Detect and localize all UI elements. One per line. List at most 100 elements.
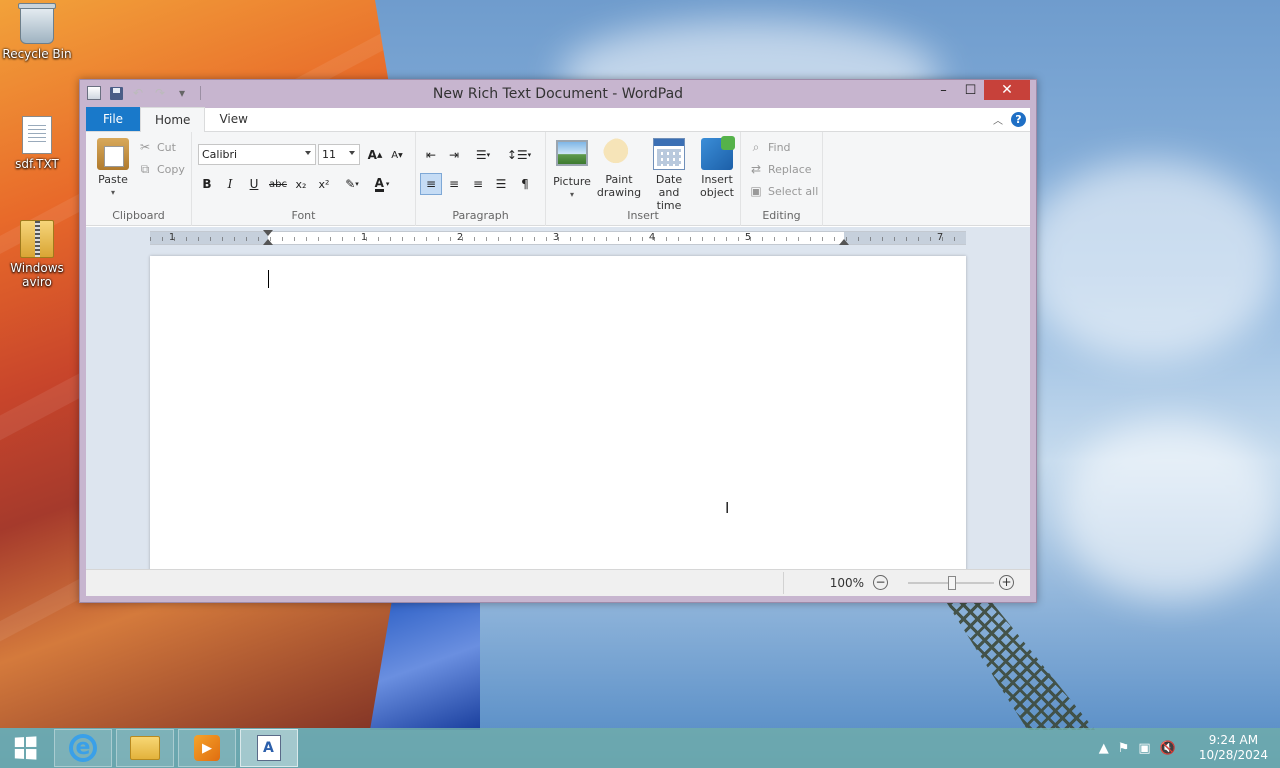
shrink-font-button[interactable]: A ▼ bbox=[386, 144, 408, 166]
tab-home[interactable]: Home bbox=[140, 107, 206, 132]
desktop-icon-sdf-txt[interactable]: sdf.TXT bbox=[0, 116, 74, 171]
replace-icon: ⇄ bbox=[750, 162, 762, 176]
justify-icon[interactable]: ☰ bbox=[490, 173, 512, 195]
ribbon: Paste ▾ ✂ Cut ⧉ Copy Clipboard Calibri 1… bbox=[86, 132, 1030, 226]
status-bar: 100% − + bbox=[86, 569, 1030, 596]
select-all-icon: ▣ bbox=[750, 184, 762, 198]
paste-button[interactable]: Paste ▾ bbox=[92, 138, 134, 199]
group-insert: Picture ▾ Paint drawing Date and time In… bbox=[546, 132, 741, 226]
object-label-line2: object bbox=[700, 186, 734, 199]
paragraph-settings-icon[interactable]: ¶ bbox=[514, 173, 536, 195]
find-label: Find bbox=[768, 140, 791, 154]
highlighter-icon: ✎ bbox=[345, 177, 356, 191]
volume-muted-icon[interactable]: 🔇 bbox=[1160, 741, 1176, 756]
insert-object-button[interactable]: Insert object bbox=[696, 136, 738, 199]
folder-icon bbox=[130, 736, 160, 760]
tab-file[interactable]: File bbox=[86, 107, 140, 131]
taskbar-internet-explorer[interactable]: e bbox=[54, 729, 112, 767]
cloud bbox=[1020, 160, 1280, 360]
zoom-slider[interactable] bbox=[908, 576, 994, 590]
help-icon[interactable]: ? bbox=[1011, 112, 1026, 127]
find-button[interactable]: ⌕ Find bbox=[749, 140, 791, 154]
cut-button[interactable]: ✂ Cut bbox=[138, 140, 176, 154]
copy-button[interactable]: ⧉ Copy bbox=[138, 162, 185, 176]
ruler-number: 4 bbox=[648, 232, 656, 243]
ruler-number: 7 bbox=[936, 232, 944, 243]
decrease-indent-icon[interactable]: ⇤ bbox=[420, 144, 442, 166]
group-label: Insert bbox=[627, 209, 659, 222]
minimize-button[interactable]: – bbox=[930, 80, 957, 100]
ruler[interactable]: 1 1 2 3 4 5 7 bbox=[150, 230, 966, 245]
document-page[interactable]: I bbox=[150, 256, 966, 569]
group-font: Calibri 11 A ▲ A ▼ B I U abc x₂ x² ✎ ▾ A ▾ F… bbox=[192, 132, 416, 226]
desktop-icon-recycle-bin[interactable]: Recycle Bin bbox=[0, 3, 74, 61]
object-label-line1: Insert bbox=[701, 173, 733, 186]
right-indent-marker[interactable] bbox=[839, 239, 849, 245]
clock-date: 10/28/2024 bbox=[1198, 748, 1268, 762]
group-editing: ⌕ Find ⇄ Replace ▣ Select all Editing bbox=[741, 132, 823, 226]
bold-button[interactable]: B bbox=[196, 173, 218, 195]
start-button[interactable] bbox=[0, 728, 50, 768]
ruler-number: 2 bbox=[456, 232, 464, 243]
wordpad-icon bbox=[257, 735, 281, 761]
select-all-button[interactable]: ▣ Select all bbox=[749, 184, 818, 198]
tab-view[interactable]: View bbox=[205, 107, 261, 131]
status-separator bbox=[783, 572, 784, 594]
picture-label: Picture bbox=[553, 175, 591, 188]
underline-button[interactable]: U bbox=[243, 173, 265, 195]
window-client: File Home View ︿ ? Paste ▾ ✂ Cut ⧉ Copy … bbox=[86, 107, 1030, 596]
first-line-indent-marker[interactable] bbox=[263, 230, 273, 236]
minimize-ribbon-icon[interactable]: ︿ bbox=[993, 112, 1003, 127]
align-right-icon[interactable]: ≡ bbox=[467, 173, 489, 195]
paint-label-line1: Paint bbox=[605, 173, 633, 186]
strikethrough-button[interactable]: abc bbox=[267, 173, 289, 195]
network-icon[interactable]: ▣ bbox=[1138, 741, 1150, 756]
show-hidden-icons-icon[interactable]: ▲ bbox=[1099, 741, 1109, 756]
cut-label: Cut bbox=[157, 140, 176, 154]
italic-button[interactable]: I bbox=[219, 173, 241, 195]
paint-drawing-button[interactable]: Paint drawing bbox=[596, 138, 642, 199]
zoom-slider-thumb[interactable] bbox=[948, 576, 956, 590]
align-center-icon[interactable]: ≡ bbox=[443, 173, 465, 195]
zoom-in-button[interactable]: + bbox=[999, 575, 1014, 590]
wallpaper-coaster bbox=[945, 600, 1095, 730]
hanging-indent-marker[interactable] bbox=[263, 239, 273, 245]
window-controls: – ☐ ✕ bbox=[930, 80, 1030, 100]
taskbar: e ▶ ▲ ⚑ ▣ 🔇 9:24 AM 10/28/2024 bbox=[0, 728, 1280, 768]
action-center-flag-icon[interactable]: ⚑ bbox=[1118, 741, 1130, 756]
chevron-down-icon: ▾ bbox=[569, 190, 574, 199]
chevron-down-icon: ▾ bbox=[110, 188, 115, 197]
windows-logo-icon bbox=[14, 736, 37, 760]
cloud bbox=[1060, 420, 1280, 600]
copy-icon: ⧉ bbox=[140, 161, 150, 176]
taskbar-media-player[interactable]: ▶ bbox=[178, 729, 236, 767]
replace-button[interactable]: ⇄ Replace bbox=[749, 162, 812, 176]
taskbar-file-explorer[interactable] bbox=[116, 729, 174, 767]
close-button[interactable]: ✕ bbox=[984, 80, 1030, 100]
desktop-icon-windows-aviro[interactable]: Windows aviro bbox=[0, 220, 74, 289]
font-size-select[interactable]: 11 bbox=[318, 144, 360, 165]
date-time-button[interactable]: Date and time bbox=[644, 138, 694, 212]
align-left-icon[interactable]: ≡ bbox=[420, 173, 442, 195]
grow-font-button[interactable]: A ▲ bbox=[364, 144, 386, 166]
bullets-list-icon[interactable]: ☰ ▾ bbox=[468, 144, 498, 166]
clock[interactable]: 9:24 AM 10/28/2024 bbox=[1199, 733, 1268, 763]
line-spacing-icon[interactable]: ↕☰ ▾ bbox=[504, 144, 534, 166]
group-label: Paragraph bbox=[452, 209, 509, 222]
increase-indent-icon[interactable]: ⇥ bbox=[443, 144, 465, 166]
text-caret bbox=[268, 270, 269, 288]
title-bar[interactable]: ↶ ↷ ▾ New Rich Text Document - WordPad –… bbox=[80, 80, 1036, 108]
zoom-out-button[interactable]: − bbox=[873, 575, 888, 590]
system-tray: ▲ ⚑ ▣ 🔇 9:24 AM 10/28/2024 bbox=[1099, 728, 1280, 768]
highlight-color-button[interactable]: ✎ ▾ bbox=[338, 173, 366, 195]
subscript-button[interactable]: x₂ bbox=[290, 173, 312, 195]
mouse-ibeam-cursor: I bbox=[725, 499, 730, 517]
insert-picture-button[interactable]: Picture ▾ bbox=[550, 140, 594, 201]
internet-explorer-icon: e bbox=[69, 734, 97, 762]
taskbar-wordpad[interactable] bbox=[240, 729, 298, 767]
text-color-button[interactable]: A ▾ bbox=[368, 173, 396, 195]
font-family-value: Calibri bbox=[202, 148, 238, 161]
superscript-button[interactable]: x² bbox=[313, 173, 335, 195]
font-family-select[interactable]: Calibri bbox=[198, 144, 316, 165]
maximize-button[interactable]: ☐ bbox=[957, 80, 984, 100]
